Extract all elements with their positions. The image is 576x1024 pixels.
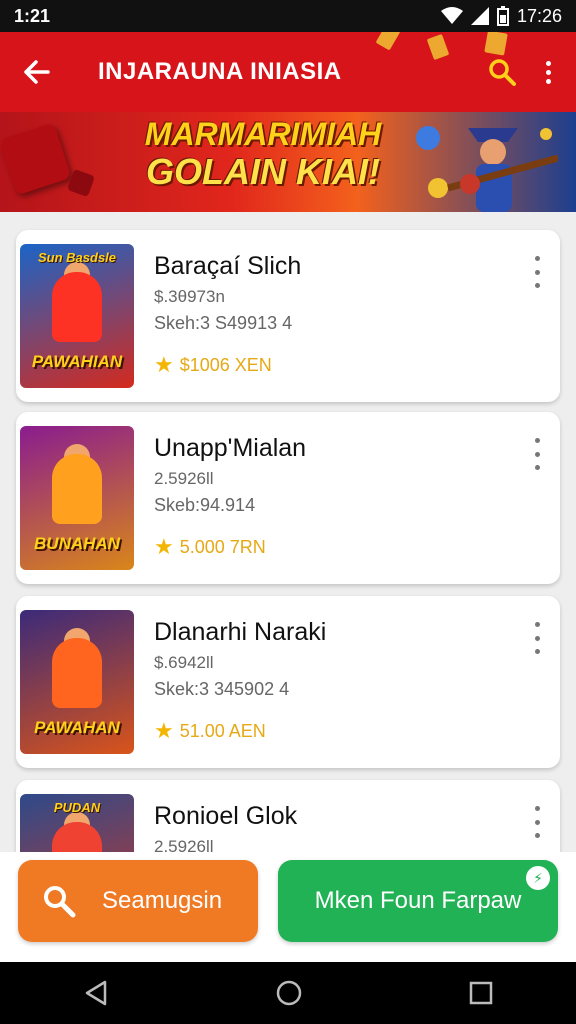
thumbnail-title: PAWAHIAN: [31, 352, 123, 371]
game-thumbnail[interactable]: PAWAHAN: [20, 610, 134, 754]
dot-icon: [534, 438, 540, 443]
nav-recents-icon[interactable]: [469, 981, 493, 1005]
dot-icon: [534, 635, 540, 641]
banner-line-1: MARMARIMIAH: [144, 116, 382, 152]
thumbnail-title: BUNAHAN: [34, 534, 120, 553]
character-figure: [52, 272, 102, 342]
nav-home-icon[interactable]: [275, 979, 303, 1007]
game-card[interactable]: PUDAN Ronioel Glok 2.5926ll: [16, 780, 560, 852]
banner-headline: MARMARIMIAH GOLAIN KIAI!: [132, 116, 394, 190]
status-icons: 17:26: [440, 5, 562, 27]
dot-icon: [534, 283, 540, 288]
promo-banner[interactable]: MARMARIMIAH GOLAIN KIAI!: [0, 112, 576, 212]
game-card[interactable]: BUNAHAN Unapp'Mialan 2.5926ll Skeb:94.914 ★ 5…: [16, 412, 560, 584]
wifi-icon: [440, 7, 463, 24]
game-size: Skeb:94.914: [154, 495, 256, 515]
game-info: Ronioel Glok 2.5926ll: [154, 802, 297, 852]
game-rating-value: $1006 XEN: [179, 354, 272, 375]
game-size: Skeh:3 S49913 4: [154, 313, 293, 333]
search-icon: [489, 59, 516, 86]
card-overflow-menu-button[interactable]: [528, 256, 546, 288]
dot-icon: [534, 451, 540, 457]
dot-icon: [534, 622, 540, 627]
search-games-button[interactable]: Seamugsin: [18, 860, 258, 942]
star-icon: ★: [154, 352, 174, 377]
status-time-right: 17:26: [516, 5, 562, 26]
dot-icon: [534, 256, 540, 261]
dot-icon: [534, 806, 540, 811]
game-info: Unapp'Mialan 2.5926ll Skeb:94.914 ★ 5.000 7R…: [154, 434, 306, 560]
dot-icon: [534, 649, 540, 654]
game-price: 2.5926ll: [154, 469, 214, 488]
game-rating: ★ 5.000 7RN: [154, 534, 306, 560]
banner-hero-illustration: [416, 126, 558, 212]
card-overflow-menu-button[interactable]: [528, 438, 546, 470]
game-rating: ★ $1006 XEN: [154, 352, 301, 378]
game-rating-value: 51.00 AEN: [179, 720, 266, 741]
search-games-label: Seamugsin: [102, 887, 223, 914]
game-price: $.3θ973n: [154, 287, 225, 306]
badge-icon: ⚡: [526, 866, 550, 890]
thumbnail-top-text: Sun Basdsle: [37, 250, 117, 265]
game-info: Dlanarhi Naraki $.6942ll Skek:3 345902 4 ★ 5…: [154, 618, 326, 744]
game-name: Dlanarhi Naraki: [154, 618, 327, 646]
dot-icon: [545, 69, 551, 75]
card-overflow-menu-button[interactable]: [528, 622, 546, 654]
dice-decoration: [0, 122, 72, 196]
confetti-decoration: [426, 33, 450, 61]
banner-line-2: GOLAIN KIAI!: [146, 151, 380, 192]
app-bar-actions: [482, 52, 576, 92]
game-card[interactable]: Sun Basdsle PAWAHIAN Baraçaí Slich $.3θ973n…: [16, 230, 560, 402]
game-price: 2.5926ll: [154, 837, 214, 852]
character-figure: [52, 638, 102, 708]
dot-icon: [534, 833, 540, 838]
dot-icon: [534, 819, 540, 825]
status-bar: 1:21 17:26: [0, 0, 576, 32]
battery-icon: [496, 6, 509, 26]
dot-icon: [545, 78, 551, 84]
overflow-menu-button[interactable]: [534, 52, 562, 92]
game-rating: ★ 51.00 AEN: [154, 718, 326, 744]
game-name: Ronioel Glok: [154, 802, 298, 830]
search-button[interactable]: [482, 52, 522, 92]
character-figure: [52, 822, 102, 852]
search-icon: [44, 886, 76, 918]
bottom-action-bar: Seamugsin Mken Foun Farpaw ⚡: [0, 852, 576, 962]
thumbnail-top-text: PUDAN: [53, 800, 101, 815]
dice-decoration: [66, 168, 96, 198]
open-app-label: Mken Foun Farpaw: [314, 887, 522, 914]
nav-back-icon[interactable]: [83, 980, 109, 1006]
game-size: Skek:3 345902 4: [154, 679, 290, 699]
game-name: Baraçaí Slich: [154, 252, 302, 280]
game-thumbnail[interactable]: Sun Basdsle PAWAHIAN: [20, 244, 134, 388]
status-time-left: 1:21: [14, 5, 51, 26]
star-icon: ★: [154, 534, 174, 559]
back-arrow-icon: [24, 60, 50, 84]
dot-icon: [534, 269, 540, 275]
star-icon: ★: [154, 718, 174, 743]
game-list[interactable]: Sun Basdsle PAWAHIAN Baraçaí Slich $.3θ973n…: [0, 212, 576, 852]
dot-icon: [545, 60, 551, 66]
back-button[interactable]: [0, 32, 72, 112]
app-bar: INJARAUNA INIASIA: [0, 32, 576, 112]
game-thumbnail[interactable]: PUDAN: [20, 794, 134, 852]
character-figure: [52, 454, 102, 524]
game-info: Baraçaí Slich $.3θ973n Skeh:3 S49913 4 ★ $10…: [154, 252, 301, 378]
confetti-decoration: [375, 32, 401, 51]
thumbnail-title: PAWAHAN: [34, 718, 120, 737]
game-thumbnail[interactable]: BUNAHAN: [20, 426, 134, 570]
game-name: Unapp'Mialan: [154, 434, 307, 462]
game-card[interactable]: PAWAHAN Dlanarhi Naraki $.6942ll Skek:3 345…: [16, 596, 560, 768]
dot-icon: [534, 465, 540, 470]
game-rating-value: 5.000 7RN: [179, 536, 266, 557]
open-app-button[interactable]: Mken Foun Farpaw ⚡: [278, 860, 558, 942]
page-title: INJARAUNA INIASIA: [98, 58, 342, 85]
card-overflow-menu-button[interactable]: [528, 806, 546, 838]
signal-icon: [470, 7, 489, 25]
game-price: $.6942ll: [154, 653, 214, 672]
system-nav-bar: [0, 962, 576, 1024]
